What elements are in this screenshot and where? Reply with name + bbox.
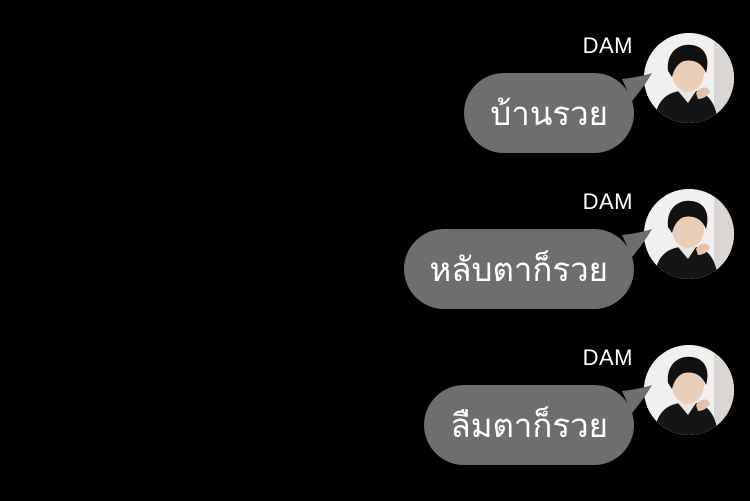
chat-message: DAM บ้านรวย [0,33,750,189]
bubble-tail-icon [622,73,652,101]
sender-name: DAM [582,189,633,214]
sender-name: DAM [582,345,633,370]
profile-photo-icon [644,345,734,435]
sender-name: DAM [582,33,633,58]
profile-photo-icon [644,33,734,123]
profile-photo-icon [644,189,734,279]
message-bubble[interactable]: หลับตาก็รวย [403,229,634,309]
message-bubble-wrapper: ลืมตาก็รวย [424,385,652,465]
message-bubble[interactable]: ลืมตาก็รวย [424,385,634,465]
message-text: หลับตาก็รวย [429,249,608,289]
avatar[interactable] [644,189,734,279]
chat-message: DAM ลืมตาก็รวย [0,345,750,501]
avatar[interactable] [644,33,734,123]
message-bubble-wrapper: หลับตาก็รวย [403,229,652,309]
message-bubble-wrapper: บ้านรวย [464,73,652,153]
bubble-tail-icon [622,229,652,257]
message-bubble[interactable]: บ้านรวย [464,73,634,153]
message-text: ลืมตาก็รวย [450,405,608,445]
chat-message: DAM หลับตาก็รวย [0,189,750,345]
avatar[interactable] [644,345,734,435]
bubble-tail-icon [622,385,652,413]
message-text: บ้านรวย [490,93,608,133]
